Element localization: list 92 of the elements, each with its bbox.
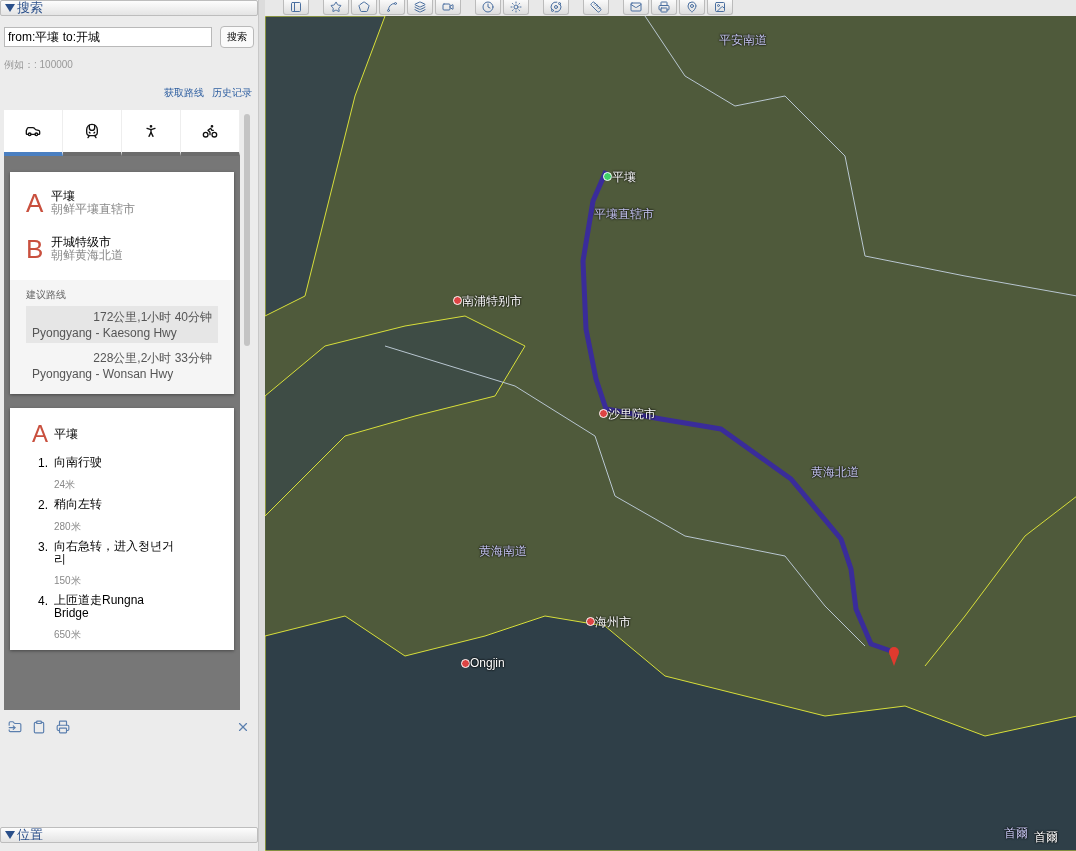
sun-icon xyxy=(510,1,522,13)
walking-person-icon xyxy=(143,123,159,139)
layers-button[interactable] xyxy=(407,0,433,15)
print-icon[interactable] xyxy=(56,720,70,734)
panel-link[interactable]: 历史记录 xyxy=(212,86,252,100)
panel-link[interactable]: 获取路线 xyxy=(164,86,204,100)
waypoint-letter: A xyxy=(32,422,48,446)
place-region: 朝鲜平壤直辖市 xyxy=(51,203,136,216)
map-label: 南浦特别市 xyxy=(462,293,522,310)
search-button[interactable]: 搜索 xyxy=(220,26,254,48)
place-name: 平壤 xyxy=(54,425,78,443)
train-icon xyxy=(84,123,100,139)
place-pin-icon xyxy=(461,659,470,668)
map-label: Ongjin xyxy=(470,656,505,670)
map-marker-icon xyxy=(889,647,899,666)
image-icon xyxy=(714,1,726,13)
satellite-map[interactable]: 平安南道 平壤 平壤直辖市 南浦特别市 沙里院市 黄海北道 黄海南道 海州市 Ongjin 首爾 首爾 xyxy=(265,16,1076,851)
step-instruction: 向南行驶 xyxy=(54,456,103,470)
place-name: 平壤 xyxy=(51,190,77,203)
print-icon xyxy=(658,1,670,13)
clock-icon xyxy=(482,1,494,13)
step-number: 4. xyxy=(37,594,49,610)
sidebar-button[interactable] xyxy=(283,0,309,15)
polygon-icon xyxy=(358,1,370,13)
clock-button[interactable] xyxy=(475,0,501,15)
step-instruction: 稍向左转 xyxy=(54,498,103,512)
star-icon xyxy=(330,1,342,13)
map-label: 平壤 xyxy=(612,169,636,186)
place-pin-icon xyxy=(599,409,608,418)
hint-text: 例如：: 100000 xyxy=(3,58,74,72)
step-distance: 280米 xyxy=(54,520,82,534)
step-number: 2. xyxy=(37,498,49,512)
polygon-button[interactable] xyxy=(351,0,377,15)
ruler-icon xyxy=(590,1,602,13)
video-camera-button[interactable] xyxy=(435,0,461,15)
map-label: 黄海北道 xyxy=(811,464,859,481)
step-distance: 150米 xyxy=(54,574,82,588)
planet-button[interactable] xyxy=(543,0,569,15)
map-label: 海州市 xyxy=(595,614,631,631)
travel-mode-tab[interactable] xyxy=(4,110,63,156)
route-option[interactable]: 228公里,2小时 33分钟 Pyongyang - Wonsan Hwy xyxy=(26,347,218,384)
close-icon[interactable] xyxy=(236,720,250,734)
sidebar-icon xyxy=(290,1,302,13)
mail-button[interactable] xyxy=(623,0,649,15)
planet-icon xyxy=(550,1,562,13)
path-button[interactable] xyxy=(379,0,405,15)
map-pin-icon xyxy=(686,1,698,13)
step-distance: 650米 xyxy=(54,628,82,642)
print-button[interactable] xyxy=(651,0,677,15)
scrollbar[interactable] xyxy=(244,114,250,346)
sun-button[interactable] xyxy=(503,0,529,15)
place-pin-icon xyxy=(453,296,462,305)
travel-mode-tab[interactable] xyxy=(63,110,122,156)
step-number: 1. xyxy=(37,456,49,470)
triangle-icon xyxy=(5,831,15,839)
panel-title: 位置 xyxy=(17,828,43,842)
video-camera-icon xyxy=(442,1,454,13)
map-label: 黄海南道 xyxy=(479,543,527,560)
map-pin-button[interactable] xyxy=(679,0,705,15)
star-button[interactable] xyxy=(323,0,349,15)
map-label: 首爾 xyxy=(1004,825,1028,842)
mail-icon xyxy=(630,1,642,13)
place-pin-icon xyxy=(603,172,612,181)
folder-icon[interactable] xyxy=(8,720,22,734)
travel-mode-tab[interactable] xyxy=(181,110,240,156)
section-title: 建议路线 xyxy=(26,288,67,302)
step-instruction: 上匝道走Rungna Bridge xyxy=(54,594,146,620)
waypoint-letter: B xyxy=(26,236,44,262)
travel-mode-tab[interactable] xyxy=(122,110,181,156)
layers-icon xyxy=(414,1,426,13)
route-option[interactable]: 172公里,1小时 40分钟 Pyongyang - Kaesong Hwy xyxy=(26,306,218,343)
map-label: 平安南道 xyxy=(719,32,767,49)
clipboard-icon[interactable] xyxy=(32,720,46,734)
place-name: 开城特级市 xyxy=(51,236,113,249)
step-instruction: 向右急转，进入청년거리 xyxy=(54,540,174,566)
place-pin-icon xyxy=(586,617,595,626)
map-label: 首爾 xyxy=(1034,829,1058,846)
panel-title: 搜索 xyxy=(17,1,43,15)
step-distance: 24米 xyxy=(54,478,77,492)
path-icon xyxy=(386,1,398,13)
step-number: 3. xyxy=(37,540,49,556)
map-label: 平壤直辖市 xyxy=(594,206,654,223)
ruler-button[interactable] xyxy=(583,0,609,15)
bicycle-icon xyxy=(202,123,218,139)
image-button[interactable] xyxy=(707,0,733,15)
panel-header[interactable]: 搜索 xyxy=(0,0,258,16)
search-field[interactable]: from:平壤 to:开城 xyxy=(4,27,212,47)
map-label: 沙里院市 xyxy=(608,406,656,423)
triangle-icon xyxy=(5,4,15,12)
waypoint-letter: A xyxy=(26,190,44,216)
panel-header[interactable]: 位置 xyxy=(0,827,258,843)
place-region: 朝鲜黄海北道 xyxy=(51,249,124,262)
